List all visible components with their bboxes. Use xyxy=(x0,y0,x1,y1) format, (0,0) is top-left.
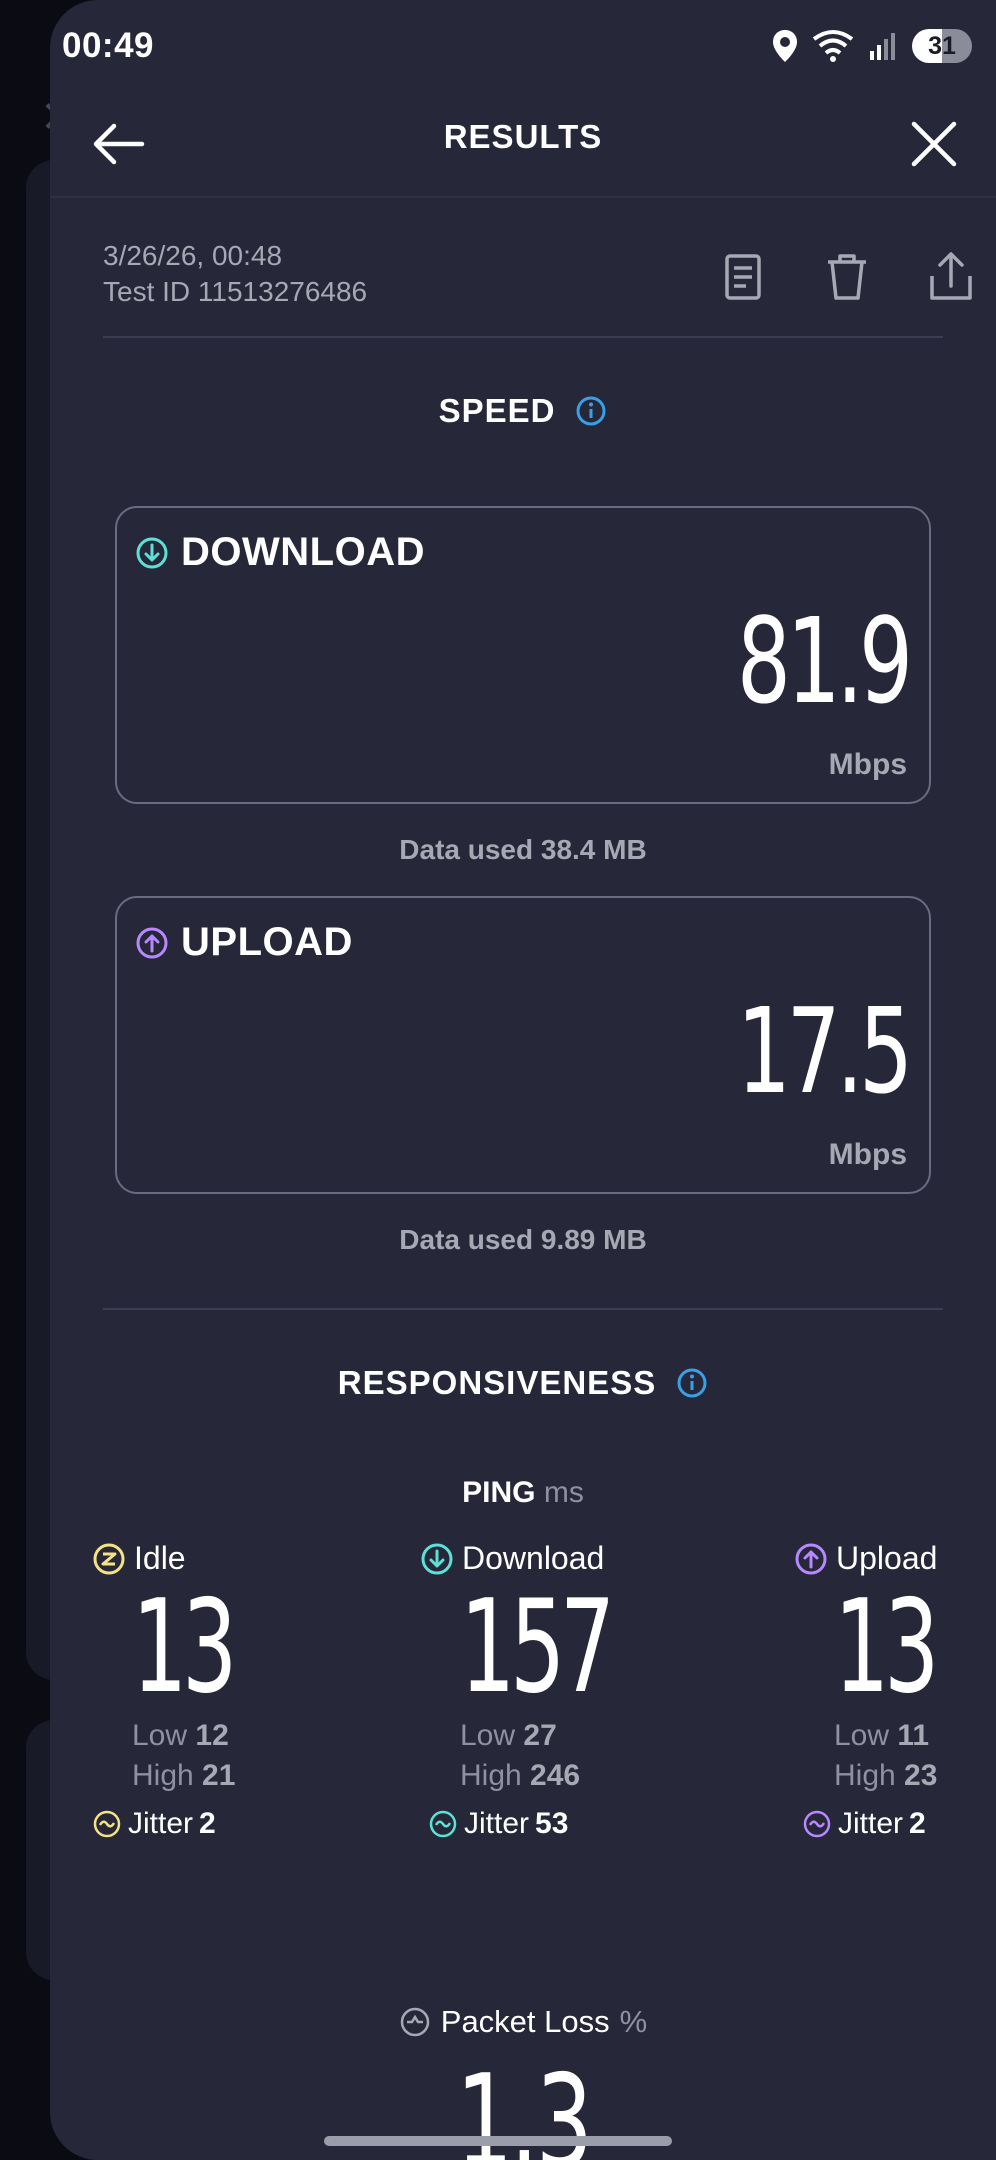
battery-indicator: 31 xyxy=(912,29,972,63)
ping-title: PING ms xyxy=(50,1476,996,1510)
idle-jitter-value: 2 xyxy=(199,1807,216,1840)
results-sheet: 00:49 31 RESULTS 3/26/26, 00:48 Test ID … xyxy=(50,0,996,2160)
upload-ping-value: 13 xyxy=(834,1573,939,1722)
high-label: High xyxy=(834,1759,896,1792)
download-arrow-icon xyxy=(136,537,168,568)
ping-idle-column: Idle 13 Low 12 High 21 Jitter 2 xyxy=(92,1540,279,1841)
idle-ping-value: 13 xyxy=(132,1573,237,1722)
download-unit: Mbps xyxy=(828,748,907,781)
packet-loss-unit: % xyxy=(619,2004,648,2039)
jitter-label: Jitter xyxy=(838,1807,904,1840)
upload-label: UPLOAD xyxy=(135,920,353,965)
close-icon[interactable] xyxy=(902,112,966,176)
header: RESULTS xyxy=(50,100,996,198)
ping-label: PING xyxy=(462,1476,536,1509)
upload-high: High 23 xyxy=(834,1759,981,1793)
jitter-icon xyxy=(93,1810,121,1838)
test-id: Test ID 11513276486 xyxy=(103,276,368,307)
upload-ping-label: Upload xyxy=(794,1540,981,1577)
download-jitter: Jitter 53 xyxy=(428,1807,680,1841)
jitter-icon xyxy=(429,1810,457,1838)
download-data-used: Data used 38.4 MB xyxy=(399,834,647,865)
upload-jitter-value: 2 xyxy=(909,1807,926,1840)
jitter-label: Jitter xyxy=(128,1807,194,1840)
status-time: 00:49 xyxy=(62,26,155,65)
trash-icon[interactable] xyxy=(818,248,876,306)
share-icon[interactable] xyxy=(922,248,980,306)
idle-high: High 21 xyxy=(132,1759,279,1793)
download-high-value: 246 xyxy=(530,1759,581,1792)
idle-high-value: 21 xyxy=(202,1759,236,1792)
meta-actions xyxy=(714,248,980,306)
ping-download-column: Download 157 Low 27 High 246 Jitter 53 xyxy=(420,1540,680,1841)
high-label: High xyxy=(132,1759,194,1792)
download-ping-value: 157 xyxy=(460,1573,615,1722)
packet-loss-label: Packet Loss xyxy=(440,2004,610,2039)
location-icon xyxy=(773,30,797,62)
upload-ping-label-text: Upload xyxy=(836,1540,938,1576)
download-label-text: DOWNLOAD xyxy=(181,530,425,574)
jitter-label: Jitter xyxy=(464,1807,530,1840)
download-arrow-icon xyxy=(421,1543,453,1574)
info-icon[interactable] xyxy=(575,395,607,427)
idle-low: Low 12 xyxy=(132,1719,279,1753)
high-label: High xyxy=(460,1759,522,1792)
speed-section-title: SPEED xyxy=(50,392,996,430)
test-meta: 3/26/26, 00:48 Test ID 11513276486 xyxy=(103,238,367,310)
low-label: Low xyxy=(834,1719,890,1752)
idle-low-value: 12 xyxy=(195,1719,229,1752)
jitter-icon xyxy=(803,1810,831,1838)
divider xyxy=(103,1308,943,1310)
low-label: Low xyxy=(132,1719,188,1752)
idle-icon xyxy=(93,1543,125,1574)
home-indicator[interactable] xyxy=(324,2136,672,2146)
page-title: RESULTS xyxy=(443,118,603,155)
upload-value: 17.5 xyxy=(737,982,913,1120)
document-icon[interactable] xyxy=(714,248,772,306)
download-ping-label-text: Download xyxy=(462,1540,605,1576)
wifi-icon xyxy=(812,30,854,62)
download-jitter-value: 53 xyxy=(535,1807,569,1840)
upload-unit: Mbps xyxy=(828,1138,907,1171)
upload-card: UPLOAD 17.5 Mbps xyxy=(115,896,931,1194)
download-low: Low 27 xyxy=(460,1719,680,1753)
header-divider xyxy=(50,196,996,198)
packet-loss-icon xyxy=(400,2007,430,2037)
ping-unit: ms xyxy=(543,1476,584,1509)
upload-high-value: 23 xyxy=(904,1759,938,1792)
low-label: Low xyxy=(460,1719,516,1752)
signal-icon xyxy=(870,33,895,60)
upload-jitter: Jitter 2 xyxy=(802,1807,981,1841)
status-icons: 31 xyxy=(772,26,972,66)
upload-arrow-icon xyxy=(136,927,168,958)
download-card: DOWNLOAD 81.9 Mbps xyxy=(115,506,931,804)
upload-low: Low 11 xyxy=(834,1719,981,1753)
idle-jitter: Jitter 2 xyxy=(92,1807,279,1841)
download-value: 81.9 xyxy=(737,592,913,730)
download-label: DOWNLOAD xyxy=(135,530,425,575)
speed-title: SPEED xyxy=(438,392,556,429)
packet-loss-title: Packet Loss % xyxy=(50,2004,996,2040)
upload-label-text: UPLOAD xyxy=(181,920,353,964)
download-high: High 246 xyxy=(460,1759,680,1793)
ping-upload-column: Upload 13 Low 11 High 23 Jitter 2 xyxy=(794,1540,981,1841)
responsiveness-section-title: RESPONSIVENESS xyxy=(50,1364,996,1402)
download-ping-label: Download xyxy=(420,1540,680,1577)
upload-low-value: 11 xyxy=(897,1719,930,1752)
responsiveness-title: RESPONSIVENESS xyxy=(337,1364,657,1401)
upload-data-used: Data used 9.89 MB xyxy=(399,1224,647,1255)
idle-label-text: Idle xyxy=(134,1540,186,1576)
download-low-value: 27 xyxy=(523,1719,557,1752)
test-datetime: 3/26/26, 00:48 xyxy=(103,240,283,271)
divider xyxy=(103,336,943,338)
upload-arrow-icon xyxy=(795,1543,827,1574)
idle-label: Idle xyxy=(92,1540,279,1577)
info-icon[interactable] xyxy=(676,1367,708,1399)
